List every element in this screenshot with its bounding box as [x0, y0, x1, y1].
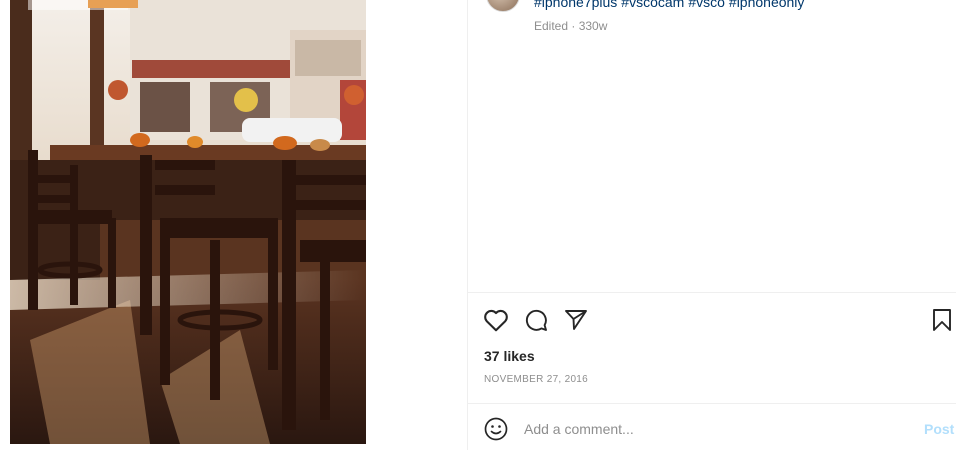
post-photo[interactable] — [10, 0, 366, 444]
bookmark-icon — [933, 309, 951, 331]
smiley-icon — [484, 417, 508, 441]
hashtag-link[interactable]: #vscocam — [621, 0, 684, 10]
caption-area: #iphone7plus #vscocam #vsco #iphoneonly Edi… — [468, 0, 956, 293]
like-button[interactable] — [482, 306, 510, 334]
hashtag-link[interactable]: #iphoneonly — [729, 0, 805, 10]
comment-icon — [525, 309, 547, 331]
emoji-button[interactable] — [484, 417, 510, 443]
save-button[interactable] — [928, 306, 956, 334]
edited-timestamp: Edited · 330w — [534, 19, 608, 33]
cafe-window-photo — [10, 0, 366, 444]
paper-plane-icon — [565, 310, 587, 330]
action-bar — [468, 300, 956, 340]
heart-icon — [484, 309, 508, 332]
share-button[interactable] — [562, 306, 590, 334]
hashtag-link[interactable]: #vsco — [688, 0, 725, 10]
avatar[interactable] — [486, 0, 520, 12]
hashtag-link[interactable]: #iphone7plus — [534, 0, 617, 10]
photo-bottom-margin — [10, 444, 366, 450]
post-details-panel: #iphone7plus #vscocam #vsco #iphoneonly Edi… — [467, 0, 956, 450]
comment-button[interactable] — [522, 306, 550, 334]
comment-bar: Post — [468, 403, 956, 451]
post-date[interactable]: NOVEMBER 27, 2016 — [484, 374, 588, 385]
comment-input[interactable] — [524, 418, 904, 440]
post-comment-button[interactable]: Post — [924, 421, 954, 437]
likes-count[interactable]: 37 likes — [484, 348, 535, 364]
page-gutter — [0, 0, 10, 450]
caption-hashtags: #iphone7plus #vscocam #vsco #iphoneonly — [534, 0, 808, 10]
